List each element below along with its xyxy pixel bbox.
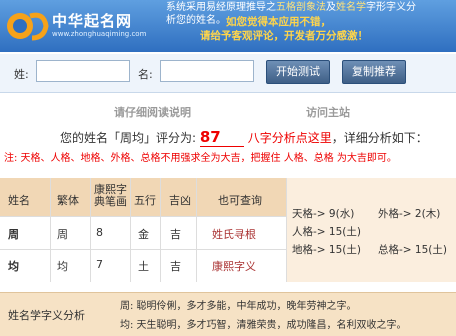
bazi-analysis-link[interactable]: 八字分析点这里 <box>248 131 332 145</box>
given-name-input[interactable] <box>160 60 254 82</box>
score-suffix: ，详细分析如下： <box>331 131 428 145</box>
score-value: 87 <box>199 128 244 147</box>
kangxi-meaning-link[interactable]: 康熙字义 <box>212 258 256 274</box>
di-grid: 地格-> 15(土) <box>292 244 361 256</box>
row2-element: 土 <box>138 260 149 273</box>
col-header-strokes: 康熙字典笔画 <box>94 183 127 208</box>
note-text: 注: 天格、人格、地格、外格、总格不用强求全为大吉，把握住 人格、总格 为大吉即… <box>4 153 397 164</box>
visit-main-site-link[interactable]: 访问主站 <box>306 104 350 120</box>
analysis-title: 姓名学字义分析 <box>8 309 85 322</box>
copy-recommend-button[interactable]: 复制推荐 <box>342 60 406 84</box>
logo-text: 中华起名网 <box>52 12 133 30</box>
name-form: 姓: 名: 开始测试 复制推荐 <box>0 54 456 93</box>
row2-luck: 吉 <box>170 260 181 273</box>
col-header-query: 也可查询 <box>218 194 262 207</box>
given-name-label: 名: <box>138 68 153 81</box>
tian-grid: 天格-> 9(水) <box>292 208 355 220</box>
surname-label: 姓: <box>14 68 29 81</box>
analysis-line-jun: 均: 天生聪明，多才巧智，清雅荣贵，成功隆昌，名利双收之字。 <box>120 320 407 331</box>
wai-grid: 外格-> 2(木) <box>378 208 441 220</box>
col-header-traditional: 繁体 <box>57 194 79 207</box>
header-slogan-2: 请给予客观评论，开发者万分感激！ <box>200 30 368 42</box>
name-analysis-table: 姓名 繁体 康熙字典笔画 五行 吉凶 也可查询 周 周 8 金 吉 姓氏寻根 均… <box>0 178 456 282</box>
col-header-element: 五行 <box>134 194 156 207</box>
ren-grid: 人格-> 15(土) <box>292 226 361 238</box>
row2-traditional: 均 <box>57 260 68 273</box>
zong-grid: 总格-> 15(土) <box>378 244 447 256</box>
header-line-1: 系统采用易经原理推导之五格剖象法及姓名学字形字义分 <box>166 2 416 13</box>
site-header: 中华起名网 www.zhonghuaqiming.com 系统采用易经原理推导之… <box>0 0 456 52</box>
row1-traditional: 周 <box>57 228 68 241</box>
row1-element: 金 <box>138 228 149 241</box>
surname-origin-link[interactable]: 姓氏寻根 <box>212 226 256 242</box>
row1-strokes: 8 <box>96 226 103 239</box>
row1-luck: 吉 <box>170 228 181 241</box>
analysis-line-zhou: 周: 聪明伶俐，多才多能，中年成功，晚年劳神之字。 <box>120 301 357 312</box>
surname-input[interactable] <box>36 60 130 82</box>
logo-mark-icon <box>7 12 49 41</box>
start-test-button[interactable]: 开始测试 <box>266 60 330 84</box>
col-header-name: 姓名 <box>8 194 30 207</box>
score-prefix: 您的姓名「周均」评分为: <box>60 131 197 145</box>
logo-url: www.zhonghuaqiming.com <box>52 30 147 38</box>
row2-strokes: 7 <box>96 258 103 271</box>
col-header-luck: 吉凶 <box>169 194 191 207</box>
character-meaning-analysis: 姓名学字义分析 周: 聪明伶俐，多才多能，中年成功，晚年劳神之字。 均: 天生聪… <box>0 292 456 336</box>
header-line-2: 析您的姓名。 <box>166 15 226 26</box>
site-logo[interactable]: 中华起名网 www.zhonghuaqiming.com <box>4 6 154 46</box>
row1-name: 周 <box>8 228 19 241</box>
score-line: 您的姓名「周均」评分为: 87 八字分析点这里，详细分析如下： <box>60 128 428 147</box>
header-slogan-1: 如您觉得本应用不错， <box>226 16 331 28</box>
read-instructions-link[interactable]: 请仔细阅读说明 <box>114 104 191 120</box>
row2-name: 均 <box>8 260 19 273</box>
